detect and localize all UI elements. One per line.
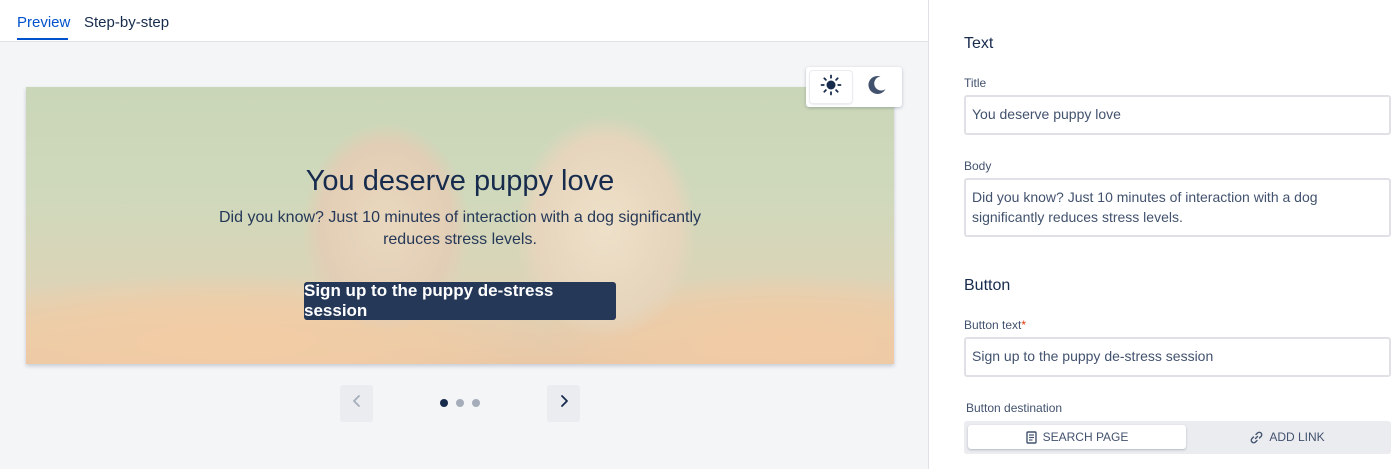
link-icon [1250,431,1263,444]
chevron-left-icon [351,394,363,413]
button-destination-label: Button destination [966,401,1063,415]
chevron-right-icon [558,394,570,413]
theme-toggle [806,67,902,107]
text-section-heading: Text [964,35,994,52]
button-text-input[interactable]: Sign up to the puppy de-stress session [964,337,1391,377]
moon-icon [866,74,888,101]
document-icon [1025,430,1037,444]
banner-preview: You deserve puppy love Did you know? Jus… [26,87,894,364]
banner-body: Did you know? Just 10 minutes of interac… [218,209,702,248]
required-marker: * [1021,318,1027,332]
carousel-dot-3[interactable] [472,399,480,407]
active-tab-indicator [17,38,68,40]
search-page-option-label: SEARCH PAGE [1042,430,1129,444]
carousel-next-button[interactable] [547,385,580,422]
tab-step-by-step[interactable]: Step-by-step [84,14,169,31]
light-theme-button[interactable] [810,71,852,103]
settings-panel: Text Title You deserve puppy love Body D… [928,0,1400,469]
button-text-label: Button text* [964,318,1026,332]
add-link-option[interactable]: ADD LINK [1188,425,1387,449]
destination-selector: SEARCH PAGE ADD LINK [964,421,1391,454]
banner-title: You deserve puppy love [305,165,615,197]
carousel-dot-2[interactable] [456,399,464,407]
body-textarea[interactable]: Did you know? Just 10 minutes of interac… [964,178,1391,237]
add-link-option-label: ADD LINK [1269,430,1325,444]
button-section-heading: Button [964,277,1011,294]
sun-icon [820,74,842,101]
title-input[interactable]: You deserve puppy love [964,95,1391,135]
carousel-prev-button[interactable] [340,385,373,422]
body-field-label: Body [964,159,992,173]
title-field-label: Title [964,76,987,90]
tab-preview[interactable]: Preview [17,14,70,31]
button-text-label-text: Button text [964,318,1022,332]
banner-cta-button[interactable]: Sign up to the puppy de-stress session [304,281,616,320]
search-page-option[interactable]: SEARCH PAGE [968,425,1186,449]
dark-theme-button[interactable] [856,71,898,103]
tab-bar: Preview Step-by-step [0,0,928,42]
carousel-dot-1[interactable] [440,399,448,407]
preview-area: Preview Step-by-step You deserve puppy l… [0,0,928,469]
